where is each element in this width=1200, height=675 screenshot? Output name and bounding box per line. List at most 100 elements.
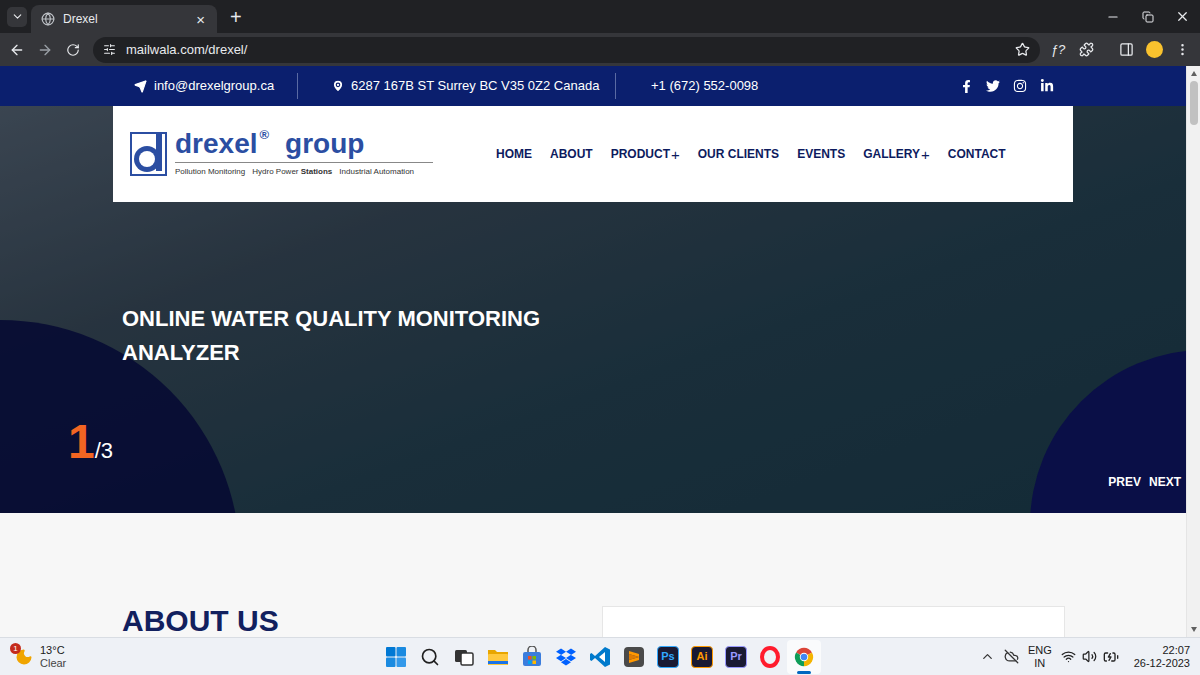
weather-condition: Clear	[40, 657, 66, 670]
page-scrollbar[interactable]	[1186, 66, 1200, 637]
page-viewport: info@drexelgroup.ca 6287 167B ST Surrey B…	[0, 66, 1200, 637]
wifi-icon	[1061, 649, 1076, 664]
profile-button[interactable]	[1140, 41, 1168, 58]
taskbar-app[interactable]	[481, 640, 515, 674]
taskbar-app[interactable]	[447, 640, 481, 674]
tab-close-button[interactable]: ×	[194, 12, 207, 27]
instagram-icon[interactable]	[1013, 79, 1027, 93]
scrollbar-thumb[interactable]	[1190, 81, 1198, 125]
window-controls	[1095, 0, 1200, 33]
nav-item[interactable]: GALLERY+	[863, 145, 930, 163]
extensions-button[interactable]	[1072, 42, 1100, 57]
restore-button[interactable]	[1130, 0, 1165, 33]
close-window-button[interactable]	[1165, 0, 1200, 33]
chevron-down-icon	[11, 10, 24, 23]
taskbar-app[interactable]	[549, 640, 583, 674]
language-code: ENG	[1028, 644, 1052, 657]
scroll-up-icon[interactable]	[1190, 70, 1198, 78]
weather-badge: 1	[10, 643, 21, 654]
nav-item[interactable]: HOME	[496, 145, 532, 163]
side-panel-icon	[1119, 42, 1134, 57]
slide-counter: 1/3	[0, 420, 1186, 464]
forward-button[interactable]	[31, 42, 59, 58]
opera-icon	[759, 646, 781, 668]
taskbar-app[interactable]	[753, 640, 787, 674]
reload-button[interactable]	[59, 43, 87, 57]
contact-divider	[297, 73, 298, 99]
back-button[interactable]	[3, 42, 31, 58]
side-panel-button[interactable]	[1112, 42, 1140, 57]
search-icon	[420, 647, 440, 667]
about-card	[602, 606, 1065, 637]
taskbar-app[interactable]	[583, 640, 617, 674]
taskbar-app[interactable]	[515, 640, 549, 674]
taskbar-app[interactable]	[379, 640, 413, 674]
site-header: drexel®groupPollution MonitoringHydro Po…	[113, 106, 1073, 202]
nav-item[interactable]: EVENTS	[797, 145, 845, 163]
region-code: IN	[1034, 657, 1045, 670]
chrome-icon	[793, 646, 815, 668]
taskbar-app[interactable]	[413, 640, 447, 674]
nav-item[interactable]: PRODUCT+	[611, 145, 680, 163]
clock-date: 26-12-2023	[1134, 657, 1190, 670]
hero-title-line: ANALYZER	[122, 336, 1186, 370]
next-button[interactable]: NEXT	[1149, 473, 1181, 491]
show-hidden-icons-icon[interactable]	[980, 649, 995, 664]
about-section: ABOUT US	[0, 513, 1186, 637]
linkedin-icon[interactable]	[1040, 79, 1054, 93]
taskbar-apps: PsAiPr	[379, 640, 821, 674]
paper-plane-icon	[134, 80, 147, 93]
onedrive-offline-icon[interactable]	[1004, 649, 1019, 664]
address-item: 6287 167B ST Surrey BC V35 0Z2 Canada	[298, 76, 615, 96]
logo-rule	[175, 162, 433, 163]
profile-avatar-icon	[1146, 41, 1163, 58]
taskbar: 113°CClearPsAiPrENGIN22:0726-12-2023	[0, 637, 1200, 675]
logo-tagline: Pollution MonitoringHydro Power Stations…	[175, 166, 433, 178]
extension-button[interactable]: ƒ?	[1044, 40, 1072, 60]
taskbar-app[interactable]: Ai	[685, 640, 719, 674]
bookmark-star-icon[interactable]	[1015, 42, 1030, 57]
nav-expand-glyph: +	[671, 147, 680, 162]
hero-title-line: ONLINE WATER QUALITY MONITORING	[122, 302, 1186, 336]
minimize-icon	[1106, 10, 1120, 24]
nav-item[interactable]: OUR CLIENTS	[698, 145, 779, 163]
nav-item[interactable]: CONTACT	[948, 145, 1006, 163]
menu-dots-icon	[1175, 42, 1190, 57]
scroll-down-icon[interactable]	[1190, 625, 1198, 633]
twitter-icon[interactable]	[986, 79, 1000, 93]
new-tab-button[interactable]: +	[226, 7, 246, 27]
puzzle-icon	[1079, 42, 1094, 57]
taskbar-app[interactable]: Ps	[651, 640, 685, 674]
address-text: 6287 167B ST Surrey BC V35 0Z2 Canada	[351, 76, 599, 96]
nav-item[interactable]: ABOUT	[550, 145, 593, 163]
browser-tab[interactable]: Drexel ×	[31, 5, 217, 33]
slide-total: /3	[95, 440, 113, 462]
tab-title: Drexel	[63, 10, 186, 28]
taskbar-app[interactable]	[787, 640, 821, 674]
clock[interactable]: 22:0726-12-2023	[1128, 644, 1190, 670]
facebook-icon[interactable]	[960, 80, 973, 93]
site-logo[interactable]: drexel®groupPollution MonitoringHydro Po…	[113, 130, 496, 178]
language-indicator[interactable]: ENGIN	[1028, 644, 1052, 670]
quick-settings[interactable]	[1061, 649, 1119, 665]
prev-button[interactable]: PREV	[1108, 473, 1141, 491]
browser-menu-button[interactable]	[1168, 42, 1196, 57]
logo-name: drexel	[175, 130, 258, 158]
map-pin-icon	[331, 79, 345, 93]
taskbar-app[interactable]: Pr	[719, 640, 753, 674]
email-item[interactable]: info@drexelgroup.ca	[0, 76, 297, 96]
main-nav: HOME ABOUT PRODUCT+ OUR CLIENTS EVENTS GALLER…	[496, 145, 1006, 163]
sublime-text-icon	[623, 646, 645, 668]
store-icon	[521, 646, 543, 668]
weather-widget[interactable]: 113°CClear	[0, 644, 379, 670]
logo-registered: ®	[260, 128, 270, 141]
browser-tab-bar: Drexel × +	[0, 0, 1200, 33]
about-heading: ABOUT US	[122, 603, 602, 637]
tab-search-button[interactable]	[7, 7, 27, 27]
address-bar[interactable]: mailwala.com/drexel/	[93, 37, 1040, 63]
phone-text[interactable]: +1 (672) 552-0098	[616, 76, 758, 96]
system-tray: ENGIN 22:0726-12-2023	[821, 644, 1200, 670]
contact-divider	[615, 73, 616, 99]
minimize-button[interactable]	[1095, 0, 1130, 33]
taskbar-app[interactable]	[617, 640, 651, 674]
